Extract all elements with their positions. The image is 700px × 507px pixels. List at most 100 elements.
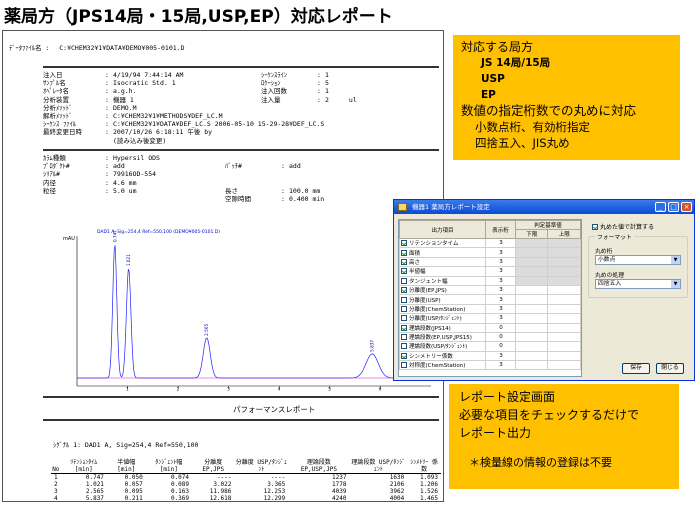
round-proc-label: 丸めの処理 — [595, 273, 624, 279]
output-item-row[interactable]: 理論段数(EP,USP,JPS15) 0 — [399, 331, 581, 343]
perf-cell: 12.618 — [209, 495, 232, 502]
upper-limit-cell[interactable] — [547, 275, 581, 286]
lower-limit-cell[interactable] — [514, 360, 549, 371]
upper-limit-cell[interactable] — [547, 331, 581, 343]
lower-limit-cell[interactable] — [514, 313, 549, 324]
callout-bot-note: ＊検量線の情報の登録は不要 — [469, 456, 612, 469]
digits-cell[interactable]: 3 — [485, 360, 516, 371]
upper-limit-cell[interactable] — [547, 350, 581, 362]
perf-cell: 2106 — [389, 481, 405, 488]
lower-limit-cell[interactable] — [514, 341, 549, 352]
save-button[interactable]: 保存 — [622, 363, 650, 374]
lower-limit-cell[interactable] — [514, 266, 549, 277]
checkbox-icon[interactable] — [401, 287, 407, 294]
upper-limit-cell[interactable] — [547, 360, 581, 371]
checkbox-icon[interactable] — [401, 305, 407, 312]
perf-cell: ---- — [216, 474, 232, 481]
lower-limit-cell[interactable] — [514, 294, 549, 305]
digits-cell[interactable]: 0 — [485, 322, 516, 333]
checkbox-icon[interactable] — [401, 324, 407, 331]
info-value: 4/19/94 7:44:14 AM — [113, 71, 184, 79]
upper-limit-cell[interactable] — [547, 266, 581, 277]
upper-limit-cell[interactable] — [547, 237, 581, 249]
checkbox-icon[interactable] — [401, 258, 407, 265]
lower-limit-cell[interactable] — [514, 322, 549, 333]
digits-cell[interactable]: 3 — [485, 284, 516, 296]
digits-cell[interactable]: 3 — [485, 294, 516, 305]
output-item-row[interactable]: 理論段数(USP/ﾀﾝｼﾞｪﾝﾄ) 0 — [399, 341, 581, 352]
output-item-row[interactable]: シンメトリー係数 3 — [399, 350, 581, 362]
checkbox-icon[interactable] — [401, 343, 407, 350]
digits-cell[interactable]: 3 — [485, 350, 516, 362]
checkbox-icon[interactable] — [401, 277, 407, 284]
upper-limit-cell[interactable] — [547, 294, 581, 305]
digits-cell[interactable]: 3 — [485, 303, 516, 315]
checkbox-icon[interactable] — [401, 249, 407, 256]
info-colon: : — [105, 162, 109, 171]
maximize-icon[interactable]: □ — [668, 202, 679, 212]
upper-limit-cell[interactable] — [547, 341, 581, 352]
checkbox-icon[interactable] — [401, 334, 407, 341]
round-proc-value: 四捨五入 — [598, 281, 622, 287]
checkbox-icon[interactable] — [401, 296, 407, 303]
close-icon[interactable]: × — [681, 202, 692, 212]
output-item-row[interactable]: 分離度(ChemStation) 3 — [399, 303, 581, 315]
checkbox-icon[interactable] — [401, 352, 407, 359]
output-item-row[interactable]: リテンションタイム 3 — [399, 237, 581, 249]
checkbox-icon[interactable] — [401, 240, 407, 247]
digits-cell[interactable]: 3 — [485, 275, 516, 286]
lower-limit-cell[interactable] — [514, 247, 549, 258]
perf-cell: 3.022 — [213, 481, 232, 488]
upper-limit-cell[interactable] — [547, 256, 581, 268]
output-item-row[interactable]: タンジェント幅 3 — [399, 275, 581, 286]
checkbox-icon[interactable] — [401, 268, 407, 275]
digits-cell[interactable]: 3 — [485, 313, 516, 324]
minimize-icon[interactable]: _ — [655, 202, 666, 212]
output-item-cell: 分離度(EP,JPS) — [399, 284, 486, 296]
perf-cell: 4039 — [332, 488, 347, 495]
output-item-row[interactable]: 対称度(ChemStation) 3 — [399, 360, 581, 371]
output-item-row[interactable]: 高さ 3 — [399, 256, 581, 268]
lower-limit-cell[interactable] — [514, 256, 549, 268]
digits-cell[interactable]: 3 — [485, 237, 516, 249]
close-button[interactable]: 閉じる — [656, 363, 684, 374]
upper-limit-cell[interactable] — [547, 313, 581, 324]
upper-limit-cell[interactable] — [547, 247, 581, 258]
output-item-row[interactable]: 分離度(EP,JPS) 3 — [399, 284, 581, 296]
digits-cell[interactable]: 3 — [485, 266, 516, 277]
upper-limit-cell[interactable] — [547, 284, 581, 296]
lower-limit-cell[interactable] — [514, 303, 549, 315]
round-proc-select[interactable]: 四捨五入 ▼ — [595, 279, 681, 289]
checkbox-icon[interactable] — [401, 315, 407, 322]
output-item-row[interactable]: 分離度(USP/ﾀﾝｼﾞｪﾝﾄ) 3 — [399, 313, 581, 324]
chevron-down-icon[interactable]: ▼ — [671, 256, 680, 264]
round-digit-select[interactable]: 小数点 ▼ — [595, 255, 681, 265]
digits-cell[interactable]: 0 — [485, 331, 516, 343]
info-row: 最終変更日時:2007/10/26 6:18:11 午後 by — [43, 128, 212, 136]
lower-limit-cell[interactable] — [514, 331, 549, 343]
lower-limit-cell[interactable] — [514, 237, 549, 249]
lower-limit-cell[interactable] — [514, 350, 549, 362]
digits-cell[interactable]: 0 — [485, 341, 516, 352]
column-value: 4.6 mm — [113, 178, 137, 187]
output-item-row[interactable]: 分離度(USP) 3 — [399, 294, 581, 305]
output-item-row[interactable]: 面積 3 — [399, 247, 581, 258]
output-item-row[interactable]: 理論段数(JPS14) 0 — [399, 322, 581, 333]
chevron-down-icon[interactable]: ▼ — [671, 280, 680, 288]
perf-cell: 0.074 — [170, 474, 189, 481]
output-item-row[interactable]: 半値幅 3 — [399, 266, 581, 277]
digits-cell[interactable]: 3 — [485, 256, 516, 268]
round-calc-checkbox[interactable]: 丸めた値で計算する — [592, 222, 654, 231]
upper-limit-cell[interactable] — [547, 303, 581, 315]
upper-limit-cell[interactable] — [547, 322, 581, 333]
lower-limit-cell[interactable] — [514, 275, 549, 286]
dialog-titlebar[interactable]: 機器1 薬局方レポート設定 _ □ × — [394, 200, 694, 214]
checkbox-icon[interactable] — [592, 224, 598, 230]
column-row: 粒径:5.0 um — [43, 187, 136, 195]
lower-limit-cell[interactable] — [514, 284, 549, 296]
perf-cell: 0.747 — [85, 474, 104, 481]
info-colon: : — [281, 195, 285, 203]
checkbox-icon[interactable] — [401, 362, 407, 369]
digits-cell[interactable]: 3 — [485, 247, 516, 258]
perf-cell: 0.211 — [124, 495, 143, 502]
